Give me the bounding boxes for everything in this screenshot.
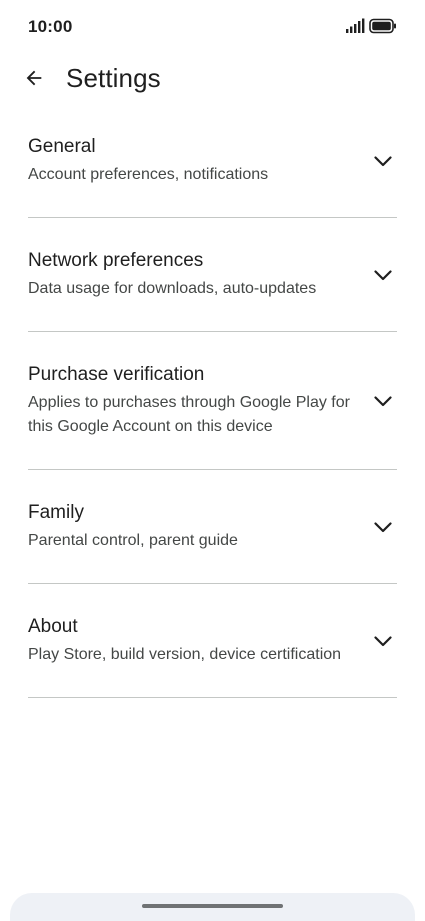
section-family[interactable]: Family Parental control, parent guide <box>28 470 397 584</box>
section-subtitle: Parental control, parent guide <box>28 532 238 549</box>
back-button[interactable] <box>18 64 50 96</box>
section-title: Family <box>28 502 84 523</box>
signal-icon <box>345 18 365 39</box>
chevron-down-icon[interactable] <box>371 149 395 173</box>
chevron-down-icon[interactable] <box>371 263 395 287</box>
section-subtitle: Account preferences, notifications <box>28 166 269 183</box>
gesture-nav-bar <box>10 893 415 921</box>
chevron-down-icon[interactable] <box>371 515 395 539</box>
section-title: General <box>28 136 96 157</box>
battery-icon <box>369 18 397 39</box>
section-subtitle: Play Store, build version, device certif… <box>28 646 342 663</box>
chevron-down-icon[interactable] <box>371 389 395 413</box>
home-handle[interactable] <box>142 904 283 908</box>
section-general[interactable]: General Account preferences, notificatio… <box>28 104 397 218</box>
section-network-preferences[interactable]: Network preferences Data usage for downl… <box>28 218 397 332</box>
status-time: 10:00 <box>28 17 73 36</box>
page-title: Settings <box>66 63 161 93</box>
section-about[interactable]: About Play Store, build version, device … <box>28 584 397 698</box>
status-icons <box>345 18 397 39</box>
section-subtitle: Applies to purchases through Google Play… <box>28 394 350 435</box>
section-subtitle: Data usage for downloads, auto-updates <box>28 280 317 297</box>
section-title: Network preferences <box>28 250 204 271</box>
chevron-down-icon[interactable] <box>371 629 395 653</box>
app-bar: Settings <box>0 56 425 104</box>
settings-screen: 10:00 Settings General Account preferenc… <box>0 0 425 921</box>
section-title: About <box>28 616 78 637</box>
section-title: Purchase verification <box>28 364 205 385</box>
arrow-back-icon <box>23 67 45 94</box>
settings-list: General Account preferences, notificatio… <box>28 104 397 698</box>
status-bar: 10:00 <box>0 0 425 56</box>
section-purchase-verification[interactable]: Purchase verification Applies to purchas… <box>28 332 397 470</box>
